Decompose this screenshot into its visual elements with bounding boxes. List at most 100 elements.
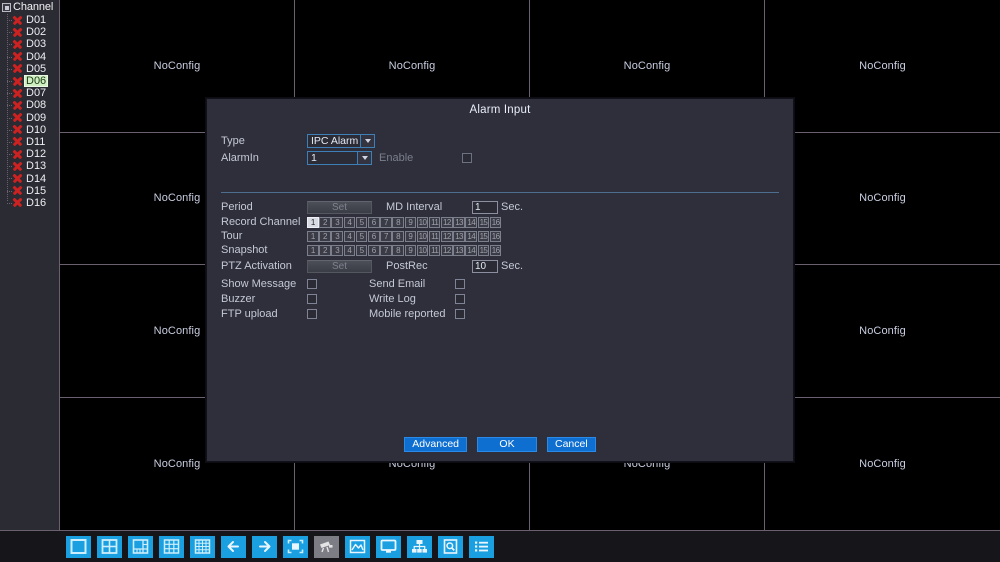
snapshot-chip-6[interactable]: 6 [367,244,380,256]
record-channel-chip-9[interactable]: 9 [404,216,417,228]
view-sixteen-icon[interactable] [190,535,215,558]
snapshot-chip-16[interactable]: 16 [489,244,502,256]
record-channel-chip-6[interactable]: 6 [367,216,380,228]
advanced-button[interactable]: Advanced [404,437,467,452]
channel-item-d09[interactable]: D09 [0,112,59,124]
snapshot-chip-2[interactable]: 2 [319,244,331,256]
record-channel-chip-11[interactable]: 11 [428,216,441,228]
tour-chip-4[interactable]: 4 [343,230,356,242]
video-cell[interactable]: NoConfig [765,0,1000,133]
md-interval-input[interactable]: 1 [472,200,498,214]
snapshot-chip-10[interactable]: 10 [416,244,429,256]
tree-collapse-icon[interactable] [2,3,11,12]
tour-chip-9[interactable]: 9 [404,230,417,242]
tour-chip-15[interactable]: 15 [477,230,490,242]
channel-item-d05[interactable]: D05 [0,63,59,75]
record-channel-chip-1[interactable]: 1 [307,216,319,228]
channel-item-d07[interactable]: D07 [0,87,59,99]
period-set-button[interactable]: Set [307,200,372,214]
snapshot-chip-5[interactable]: 5 [355,244,368,256]
tour-chip-13[interactable]: 13 [453,230,465,242]
view-single-icon[interactable] [66,535,91,558]
tour-chip-3[interactable]: 3 [331,230,343,242]
channel-item-d04[interactable]: D04 [0,51,59,63]
snapshot-chip-14[interactable]: 14 [465,244,478,256]
snapshot-chip-8[interactable]: 8 [392,244,404,256]
snapshot-chip-15[interactable]: 15 [477,244,490,256]
channel-item-d01[interactable]: D01 [0,14,59,26]
snapshot-chip-3[interactable]: 3 [331,244,343,256]
disk-search-icon[interactable] [438,535,463,558]
record-channel-chip-7[interactable]: 7 [380,216,392,228]
show-message-checkbox[interactable] [307,278,317,289]
chevron-down-icon[interactable] [357,151,371,164]
channel-item-d08[interactable]: D08 [0,99,59,111]
view-nine-icon[interactable] [159,535,184,558]
tour-chip-8[interactable]: 8 [392,230,404,242]
alarmin-select[interactable]: 1 [307,150,372,165]
write-log-checkbox[interactable] [455,293,465,304]
tour-chip-7[interactable]: 7 [380,230,392,242]
channel-item-d10[interactable]: D10 [0,124,59,136]
view-six-icon[interactable] [128,535,153,558]
channel-item-d13[interactable]: D13 [0,160,59,172]
buzzer-checkbox[interactable] [307,293,317,304]
tour-chip-1[interactable]: 1 [307,230,319,242]
channel-item-d15[interactable]: D15 [0,185,59,197]
enable-checkbox[interactable] [462,152,472,163]
ok-button[interactable]: OK [477,437,537,452]
send-email-checkbox[interactable] [455,278,465,289]
record-channel-chip-8[interactable]: 8 [392,216,404,228]
record-channel-chip-12[interactable]: 12 [441,216,453,228]
video-cell[interactable]: NoConfig [765,132,1000,265]
record-channel-chip-4[interactable]: 4 [343,216,356,228]
channel-item-d14[interactable]: D14 [0,172,59,185]
channel-item-d02[interactable]: D02 [0,26,59,38]
channel-item-d03[interactable]: D03 [0,38,59,50]
channel-tree-root[interactable]: Channel [0,1,59,14]
record-channel-chip-14[interactable]: 14 [465,216,478,228]
ftp-upload-checkbox[interactable] [307,308,317,319]
video-cell[interactable]: NoConfig [765,397,1000,530]
postrec-input[interactable]: 10 [472,259,498,273]
snapshot-chip-7[interactable]: 7 [380,244,392,256]
type-select[interactable]: IPC Alarm [307,133,376,148]
snapshot-chip-13[interactable]: 13 [453,244,465,256]
tour-chip-6[interactable]: 6 [367,230,380,242]
tour-chip-11[interactable]: 11 [428,230,441,242]
tour-chip-14[interactable]: 14 [465,230,478,242]
arrow-left-icon[interactable] [221,535,246,558]
record-channel-chip-13[interactable]: 13 [453,216,465,228]
tour-chip-2[interactable]: 2 [319,230,331,242]
main-menu-icon[interactable] [469,535,494,558]
tour-chip-5[interactable]: 5 [355,230,368,242]
monitor-icon[interactable] [376,535,401,558]
pip-icon[interactable] [283,535,308,558]
video-cell[interactable]: NoConfig [765,265,1000,398]
tour-chip-12[interactable]: 12 [441,230,453,242]
mobile-reported-checkbox[interactable] [455,308,465,319]
channel-item-d12[interactable]: D12 [0,148,59,160]
record-channel-chip-5[interactable]: 5 [355,216,368,228]
view-quad-icon[interactable] [97,535,122,558]
tour-chip-10[interactable]: 10 [416,230,429,242]
cancel-button[interactable]: Cancel [547,437,596,452]
record-channel-chip-10[interactable]: 10 [416,216,429,228]
color-adjust-icon[interactable] [345,535,370,558]
tour-chip-16[interactable]: 16 [489,230,502,242]
record-channel-chip-3[interactable]: 3 [331,216,343,228]
chevron-down-icon[interactable] [360,134,375,147]
record-channel-chip-2[interactable]: 2 [319,216,331,228]
channel-item-d16[interactable]: D16 [0,197,59,209]
network-tree-icon[interactable] [407,535,432,558]
snapshot-chip-9[interactable]: 9 [404,244,417,256]
ptz-activation-set-button[interactable]: Set [307,259,372,273]
channel-item-d06[interactable]: D06 [0,75,59,88]
arrow-right-icon[interactable] [252,535,277,558]
snapshot-chip-4[interactable]: 4 [343,244,356,256]
snapshot-chip-12[interactable]: 12 [441,244,453,256]
channel-item-d11[interactable]: D11 [0,136,59,148]
snapshot-chip-1[interactable]: 1 [307,244,319,256]
snapshot-chip-11[interactable]: 11 [428,244,441,256]
record-channel-chip-15[interactable]: 15 [477,216,490,228]
